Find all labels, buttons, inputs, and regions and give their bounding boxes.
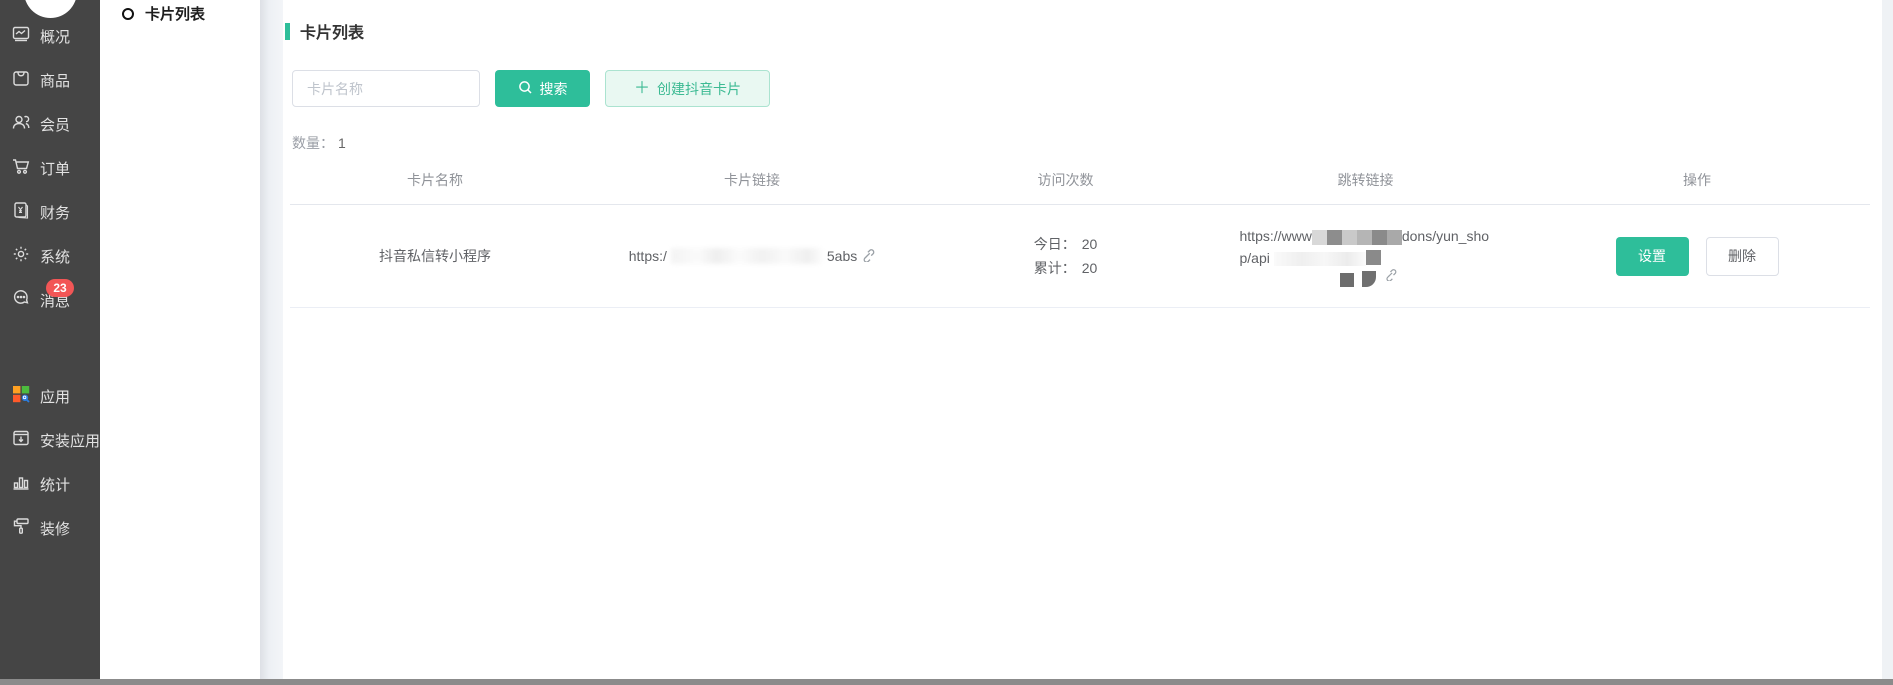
search-input[interactable] xyxy=(292,70,480,107)
header-visit-count: 访问次数 xyxy=(924,156,1207,204)
cell-card-name: 抖音私信转小程序 xyxy=(290,205,580,307)
search-button[interactable]: 搜索 xyxy=(495,70,590,107)
statistics-icon xyxy=(11,472,31,496)
sidebar-item-members[interactable]: 会员 xyxy=(0,102,100,146)
submenu-item-label: 卡片列表 xyxy=(145,3,205,24)
plus-icon: ＋ xyxy=(634,81,650,97)
sidebar-item-messages[interactable]: 消息 23 xyxy=(0,278,100,322)
header-redirect-link: 跳转链接 xyxy=(1207,156,1524,204)
sidebar-item-statistics[interactable]: 统计 xyxy=(0,462,100,506)
panel-divider xyxy=(260,0,283,679)
cell-actions: 设置 删除 xyxy=(1524,205,1870,307)
page-title: 卡片列表 xyxy=(285,19,364,43)
delete-button[interactable]: 删除 xyxy=(1706,237,1779,276)
apps-icon xyxy=(11,384,31,408)
cell-visit-count: 今日：20 累计：20 xyxy=(924,205,1207,307)
visits-total: 20 xyxy=(1082,260,1098,276)
redacted-mosaic xyxy=(1274,252,1366,266)
create-douyin-card-button[interactable]: ＋ 创建抖音卡片 xyxy=(605,70,770,107)
sidebar-item-label: 应用 xyxy=(40,386,70,407)
sidebar-item-label: 财务 xyxy=(40,202,70,223)
header-card-name: 卡片名称 xyxy=(290,156,580,204)
orders-icon xyxy=(11,156,31,180)
settings-button[interactable]: 设置 xyxy=(1616,237,1689,276)
sidebar-item-label: 商品 xyxy=(40,70,70,91)
messages-badge: 23 xyxy=(46,279,74,297)
sidebar-item-label: 订单 xyxy=(40,158,70,179)
messages-icon xyxy=(11,288,31,312)
table-row: 抖音私信转小程序 https:/ 5abs xyxy=(290,205,1870,308)
radio-circle-icon xyxy=(122,8,134,20)
title-accent-bar xyxy=(285,23,290,40)
cell-redirect-link: https://wwwdons/yun_sho p/api xyxy=(1207,205,1524,307)
sidebar-item-install-app[interactable]: 安装应用 xyxy=(0,418,100,462)
cell-card-link: https:/ 5abs xyxy=(580,205,924,307)
sidebar-item-finance[interactable]: 财务 xyxy=(0,190,100,234)
visits-today: 20 xyxy=(1082,236,1098,252)
sidebar-item-label: 会员 xyxy=(40,114,70,135)
install-app-icon xyxy=(11,428,31,452)
app-window: 概况 商品 会员 xyxy=(0,0,1893,685)
search-icon xyxy=(518,80,533,98)
dashboard-icon xyxy=(11,24,31,48)
sidebar-item-system[interactable]: 系统 xyxy=(0,234,100,278)
primary-sidebar: 概况 商品 会员 xyxy=(0,0,100,679)
toolbar: 搜索 ＋ 创建抖音卡片 xyxy=(292,70,770,107)
link-icon[interactable] xyxy=(1384,265,1397,287)
sidebar-item-label: 安装应用 xyxy=(40,430,100,451)
redacted-mosaic xyxy=(1312,227,1402,242)
count-value: 1 xyxy=(338,135,346,151)
sidebar-item-orders[interactable]: 订单 xyxy=(0,146,100,190)
sidebar-item-apps[interactable]: 应用 xyxy=(0,374,100,418)
redacted-blur xyxy=(671,248,823,264)
header-actions: 操作 xyxy=(1524,156,1870,204)
secondary-sidebar: 卡片列表 xyxy=(100,0,260,679)
sidebar-item-overview[interactable]: 概况 xyxy=(0,14,100,58)
link-icon[interactable] xyxy=(861,248,875,265)
redacted-mosaic xyxy=(1240,269,1492,287)
sidebar-item-label: 统计 xyxy=(40,474,70,495)
count-line: 数量：1 xyxy=(292,133,346,153)
redacted-mosaic xyxy=(1366,250,1381,265)
decorate-icon xyxy=(11,516,31,540)
submenu-item-card-list[interactable]: 卡片列表 xyxy=(100,0,260,24)
members-icon xyxy=(11,112,31,136)
sidebar-menu: 概况 商品 会员 xyxy=(0,14,100,550)
main-content: 卡片列表 搜索 ＋ 创建抖音卡片 数量：1 卡片名称 卡片链接 xyxy=(283,0,1893,679)
header-card-link: 卡片链接 xyxy=(580,156,924,204)
sidebar-item-label: 装修 xyxy=(40,518,70,539)
sidebar-item-goods[interactable]: 商品 xyxy=(0,58,100,102)
system-gear-icon xyxy=(11,244,31,268)
scrollbar-track[interactable] xyxy=(1882,0,1893,679)
finance-icon xyxy=(11,200,31,224)
table-header-row: 卡片名称 卡片链接 访问次数 跳转链接 操作 xyxy=(290,156,1870,205)
sidebar-item-decorate[interactable]: 装修 xyxy=(0,506,100,550)
sidebar-item-label: 概况 xyxy=(40,26,70,47)
card-table: 卡片名称 卡片链接 访问次数 跳转链接 操作 抖音私信转小程序 https:/ … xyxy=(290,156,1870,308)
sidebar-item-label: 系统 xyxy=(40,246,70,267)
window-bottom-edge xyxy=(0,679,1893,685)
goods-icon xyxy=(11,68,31,92)
